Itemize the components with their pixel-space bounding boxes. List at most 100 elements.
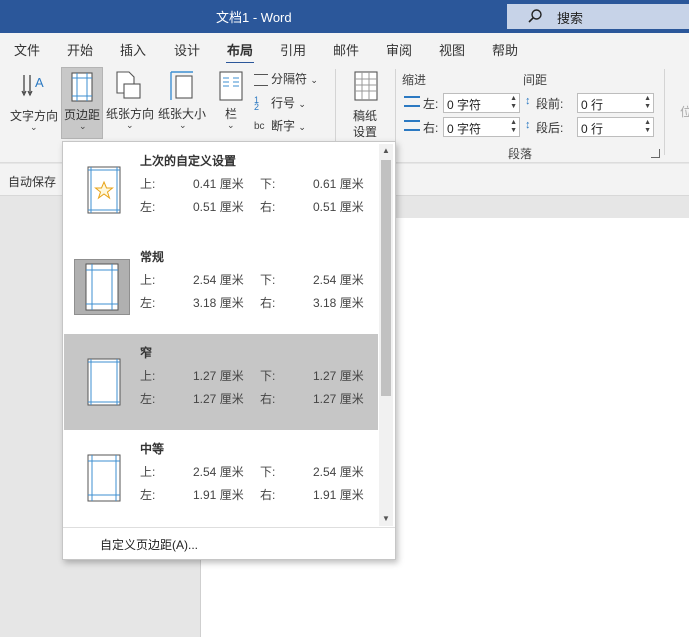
position-button-partial[interactable]: 位 — [680, 103, 689, 120]
left-value: 1.91 厘米 — [193, 488, 244, 502]
dropdown-footer: 自定义页边距(A)... — [63, 527, 395, 559]
left-label: 左: — [140, 200, 156, 214]
indent-right-label: 右: — [423, 121, 439, 135]
margin-option-narrow[interactable]: 窄 上: 1.27 厘米 下: 1.27 厘米 左: 1.27 厘米 右: 1.… — [64, 334, 378, 430]
space-before-field[interactable]: 0 行 ▲ ▼ — [577, 93, 654, 113]
breaks-label: 分隔符 — [271, 72, 308, 86]
margins-icon — [70, 72, 94, 105]
scroll-thumb[interactable] — [381, 160, 391, 396]
hyphenation-icon: bc — [254, 121, 265, 133]
paragraph-group-title: 段落 — [508, 147, 533, 161]
top-label: 上: — [140, 369, 156, 383]
top-value: 0.41 厘米 — [193, 177, 244, 191]
spinner-icon[interactable]: ▲ ▼ — [644, 95, 651, 111]
chevron-down-icon: ⌄ — [79, 121, 87, 131]
autosave-label[interactable]: 自动保存 — [8, 173, 56, 190]
tab-file[interactable]: 文件 — [14, 40, 40, 59]
margin-option-moderate[interactable]: 中等 上: 2.54 厘米 下: 2.54 厘米 左: 1.91 厘米 右: 1… — [64, 430, 378, 526]
margin-option-name: 常规 — [140, 250, 165, 264]
text-direction-button[interactable]: A 文字方向 ⌄ — [6, 67, 60, 133]
ribbon-tabs: 文件 开始 插入 设计 布局 引用 邮件 审阅 视图 帮助 — [0, 33, 689, 65]
left-value: 1.27 厘米 — [193, 392, 244, 406]
right-value: 0.51 厘米 — [313, 200, 364, 214]
chevron-down-icon: ⌄ — [30, 122, 38, 132]
indent-left-value: 0 字符 — [447, 98, 482, 112]
left-label: 左: — [140, 296, 156, 310]
tab-mailings[interactable]: 邮件 — [333, 40, 359, 59]
space-after-icon: ↕ — [525, 119, 531, 131]
title-bar: 文档1 - Word 搜索 — [0, 0, 689, 33]
bottom-label: 下: — [260, 177, 276, 191]
indent-left-field[interactable]: 0 字符 ▲ ▼ — [443, 93, 520, 113]
breaks-button[interactable]: 分隔符 ⌄ — [254, 70, 318, 87]
margins-dropdown: 上次的自定义设置 上: 0.41 厘米 下: 0.61 厘米 左: 0.51 厘… — [62, 141, 396, 560]
tab-help[interactable]: 帮助 — [492, 40, 518, 59]
margin-option-name: 中等 — [140, 442, 165, 456]
spinner-icon[interactable]: ▲ ▼ — [644, 119, 651, 135]
right-label: 右: — [260, 200, 276, 214]
scroll-down-icon[interactable]: ▼ — [379, 512, 393, 526]
chevron-down-icon: ⌄ — [179, 120, 187, 130]
space-after-label: 段后: — [536, 121, 564, 135]
top-label: 上: — [140, 465, 156, 479]
indent-title: 缩进 — [402, 73, 427, 87]
tab-design[interactable]: 设计 — [174, 40, 200, 59]
spinner-icon[interactable]: ▲ ▼ — [510, 119, 517, 135]
custom-margins-button[interactable]: 自定义页边距(A)... — [100, 536, 198, 553]
margin-thumbnail — [76, 354, 132, 410]
space-before-value: 0 行 — [581, 98, 604, 112]
manuscript-label-2: 设置 — [353, 125, 378, 139]
space-before-icon: ↕ — [525, 95, 531, 107]
margin-thumbnail — [76, 164, 132, 220]
right-label: 右: — [260, 296, 276, 310]
right-label: 右: — [260, 392, 276, 406]
line-numbers-button[interactable]: 1 2 行号 ⌄ — [254, 94, 306, 111]
chevron-down-icon: ⌄ — [310, 75, 318, 85]
tab-review[interactable]: 审阅 — [386, 40, 412, 59]
hyphenation-button[interactable]: bc 断字 ⌄ — [254, 117, 306, 134]
tab-home[interactable]: 开始 — [67, 40, 93, 59]
breaks-icon — [254, 73, 268, 86]
columns-icon — [219, 71, 243, 104]
dialog-launcher-icon[interactable] — [651, 149, 660, 158]
indent-right-icon — [404, 120, 420, 131]
margin-option-name: 窄 — [140, 346, 153, 360]
window-title: 文档1 - Word — [216, 10, 292, 25]
line-numbers-label: 行号 — [271, 96, 296, 110]
tab-layout[interactable]: 布局 — [225, 40, 255, 65]
space-after-value: 0 行 — [581, 122, 604, 136]
spinner-icon[interactable]: ▲ ▼ — [510, 95, 517, 111]
margin-option-name: 上次的自定义设置 — [140, 154, 237, 168]
bottom-value: 1.27 厘米 — [313, 369, 364, 383]
margin-option-last-custom[interactable]: 上次的自定义设置 上: 0.41 厘米 下: 0.61 厘米 左: 0.51 厘… — [64, 142, 378, 238]
right-value: 3.18 厘米 — [313, 296, 364, 310]
size-button[interactable]: 纸张大小 ⌄ — [157, 67, 209, 133]
spacing-title: 间距 — [523, 73, 548, 87]
top-label: 上: — [140, 273, 156, 287]
left-label: 左: — [140, 392, 156, 406]
search-box[interactable]: 搜索 — [507, 4, 689, 29]
line-numbers-icon: 12 — [254, 94, 260, 112]
indent-right-field[interactable]: 0 字符 ▲ ▼ — [443, 117, 520, 137]
manuscript-icon — [354, 71, 378, 104]
tab-references[interactable]: 引用 — [280, 40, 306, 59]
orientation-button[interactable]: 纸张方向 ⌄ — [104, 67, 156, 133]
margin-option-normal[interactable]: 常规 上: 2.54 厘米 下: 2.54 厘米 左: 3.18 厘米 右: 3… — [64, 238, 378, 334]
tab-insert[interactable]: 插入 — [120, 40, 146, 59]
margins-button[interactable]: 页边距 ⌄ — [61, 67, 103, 139]
indent-left-icon — [404, 96, 420, 107]
chevron-down-icon: ⌄ — [298, 99, 306, 109]
top-value: 1.27 厘米 — [193, 369, 244, 383]
right-value: 1.91 厘米 — [313, 488, 364, 502]
manuscript-label-1: 稿纸 — [353, 109, 378, 123]
space-after-field[interactable]: 0 行 ▲ ▼ — [577, 117, 654, 137]
manuscript-settings-button[interactable]: 稿纸 设置 — [343, 67, 387, 139]
indent-left-label: 左: — [423, 97, 439, 111]
left-value: 3.18 厘米 — [193, 296, 244, 310]
text-direction-icon: A — [20, 71, 48, 102]
columns-button[interactable]: 栏 ⌄ — [213, 67, 247, 133]
chevron-down-icon: ⌄ — [298, 122, 306, 132]
tab-view[interactable]: 视图 — [439, 40, 465, 59]
scroll-up-icon[interactable]: ▲ — [379, 144, 393, 158]
dropdown-scrollbar[interactable]: ▲ ▼ — [379, 144, 393, 526]
